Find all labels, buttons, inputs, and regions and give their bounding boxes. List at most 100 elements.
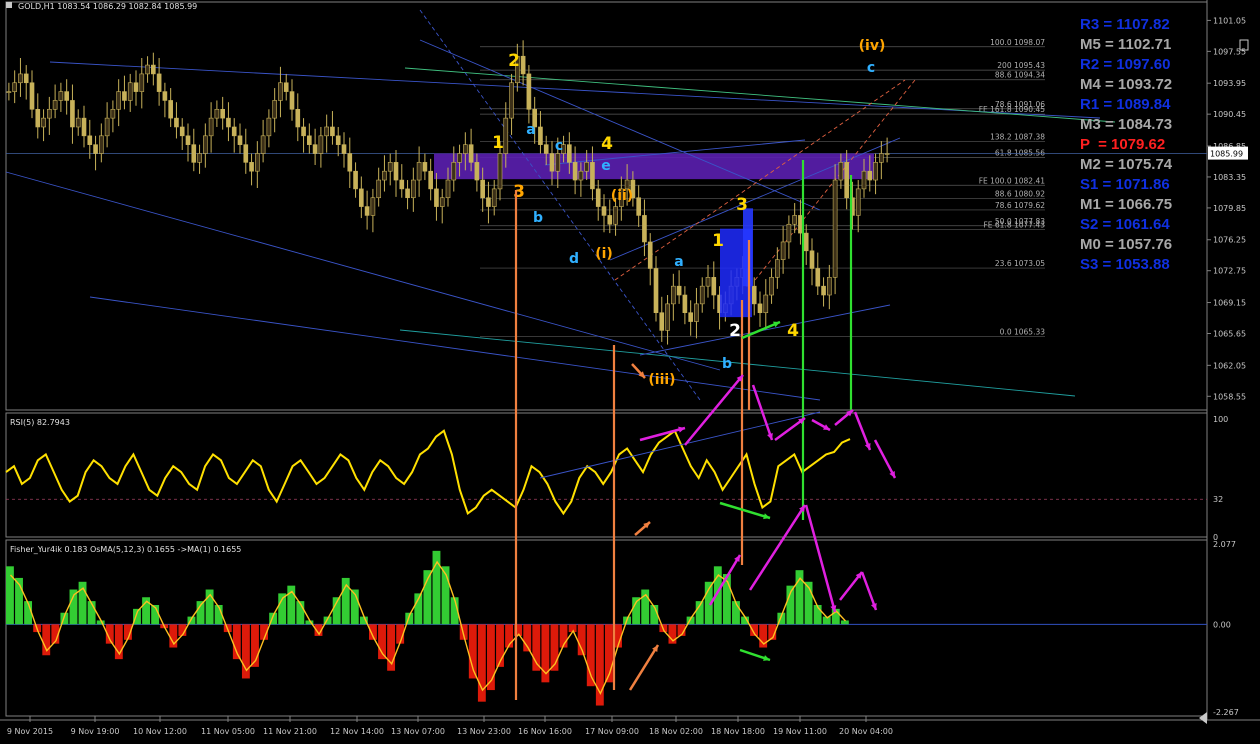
candle-body: [792, 215, 797, 225]
candle-body: [255, 153, 260, 172]
candle-body: [168, 100, 173, 119]
candle-body: [486, 197, 491, 207]
rsi-title: RSI(5) 82.7943: [10, 418, 70, 427]
candle-body: [179, 126, 185, 137]
candle-body: [231, 126, 237, 137]
candle-body: [613, 206, 618, 225]
candle-body: [838, 162, 844, 181]
candle-body: [81, 117, 87, 137]
candle-body: [676, 285, 682, 296]
candle-body: [780, 241, 786, 260]
pivot-level: M5 = 1102.71: [1080, 36, 1172, 53]
candle-body: [659, 312, 665, 331]
x-tick-label: 9 Nov 2015: [7, 727, 53, 736]
candle-body: [312, 144, 318, 154]
chart-window: 1101.05 1097.55 1093.95 1090.45 1086.85 1083.…: [0, 0, 1260, 744]
osc-y-tick-label: -2.267: [1213, 708, 1239, 717]
candle-body: [463, 144, 468, 154]
candle-body: [341, 144, 347, 154]
pivot-level: R1 = 1089.84: [1080, 96, 1171, 113]
x-tick-label: 9 Nov 19:00: [71, 727, 120, 736]
candle-body: [359, 188, 364, 207]
candle-body: [295, 108, 301, 128]
candle-body: [99, 135, 104, 154]
pivot-level: S1 = 1071.86: [1080, 176, 1170, 193]
divergence-arrow: [873, 439, 897, 479]
candle-body: [382, 170, 387, 181]
y-tick-label: 1090.45: [1213, 110, 1246, 119]
candle-body: [509, 82, 514, 119]
candle-body: [468, 144, 474, 163]
pane-frame-2: [5, 412, 1208, 538]
x-tick-label: 18 Nov 02:00: [649, 727, 703, 736]
y-tick-label: 1083.35: [1213, 173, 1246, 182]
x-tick-label: 12 Nov 14:00: [330, 727, 384, 736]
candle-body: [220, 108, 225, 119]
candle-body: [584, 162, 589, 172]
pivot-level: M3 = 1084.73: [1080, 116, 1173, 133]
osc-title: Fisher_Yur4ik 0.183 OsMA(5,12,3) 0.1655 …: [10, 545, 241, 554]
candle-body: [439, 197, 445, 207]
candle-body: [272, 100, 277, 119]
candle-body: [520, 55, 526, 75]
candle-body: [237, 135, 243, 145]
candle-body: [827, 277, 832, 296]
candle-body: [12, 82, 17, 92]
candle-body: [855, 188, 861, 216]
candle-body: [526, 73, 532, 110]
candle-body: [844, 162, 849, 199]
candle-body: [769, 277, 774, 296]
candle-body: [266, 117, 272, 137]
candle-body: [757, 303, 763, 314]
rsi-y-tick-label: 100: [1213, 415, 1228, 424]
y-tick-label: 1065.65: [1213, 329, 1246, 338]
candle-body: [775, 259, 780, 278]
x-tick-label: 10 Nov 12:00: [133, 727, 187, 736]
candle-body: [399, 179, 405, 190]
pivot-levels-panel: R3 = 1107.82 M5 = 1102.71 R2 = 1097.60 M4 =…: [1080, 16, 1200, 278]
candle-body: [411, 179, 416, 199]
wave-label: a: [526, 122, 535, 138]
fib-level-label: 88.6 1094.34: [995, 71, 1045, 80]
fib-level-label: 138.2 1087.38: [990, 132, 1045, 141]
candle-body: [18, 73, 23, 84]
window-menu-icon[interactable]: [6, 2, 12, 8]
candle-body: [191, 144, 197, 163]
candle-body: [549, 153, 555, 172]
candle-body: [405, 188, 410, 199]
x-tick-label: 18 Nov 18:00: [711, 727, 765, 736]
candle-body: [104, 117, 110, 137]
candle-body: [884, 153, 890, 155]
fib-level-label: 61.8 1085.56: [995, 148, 1045, 157]
candle-body: [555, 153, 561, 172]
trendline-dashed: [419, 9, 701, 401]
wave-label: (i): [595, 246, 613, 262]
candle-body: [636, 197, 641, 216]
fib-level-label: 100.0 1098.07: [990, 38, 1045, 47]
candle-body: [41, 117, 46, 128]
candle-body: [151, 64, 156, 75]
candle-body: [214, 108, 220, 119]
y-tick-label: 1058.55: [1213, 392, 1246, 401]
candle-body: [58, 91, 64, 101]
wave-label: d: [569, 251, 579, 267]
candle-body: [480, 179, 485, 199]
candle-body: [705, 277, 711, 287]
candle-body: [474, 162, 480, 181]
pivot-level: M2 = 1075.74: [1080, 156, 1173, 173]
candle-body: [133, 82, 139, 92]
candle-body: [497, 153, 503, 190]
wave-label: (iv): [859, 38, 886, 54]
arrow-head: [767, 433, 773, 440]
chart-canvas[interactable]: 1101.051097.551093.951090.451086.851083.…: [0, 0, 1260, 744]
candle-body: [330, 126, 335, 137]
divergence-arrow: [628, 644, 660, 691]
x-tick-label: 20 Nov 04:00: [839, 727, 893, 736]
y-tick-label: 1101.05: [1213, 16, 1246, 25]
candle-body: [226, 117, 231, 128]
y-tick-label: 1062.05: [1213, 361, 1246, 370]
candle-body: [122, 91, 127, 101]
candle-body: [370, 197, 376, 216]
chart-shift-icon[interactable]: [1199, 712, 1207, 724]
candle-body: [162, 91, 168, 101]
